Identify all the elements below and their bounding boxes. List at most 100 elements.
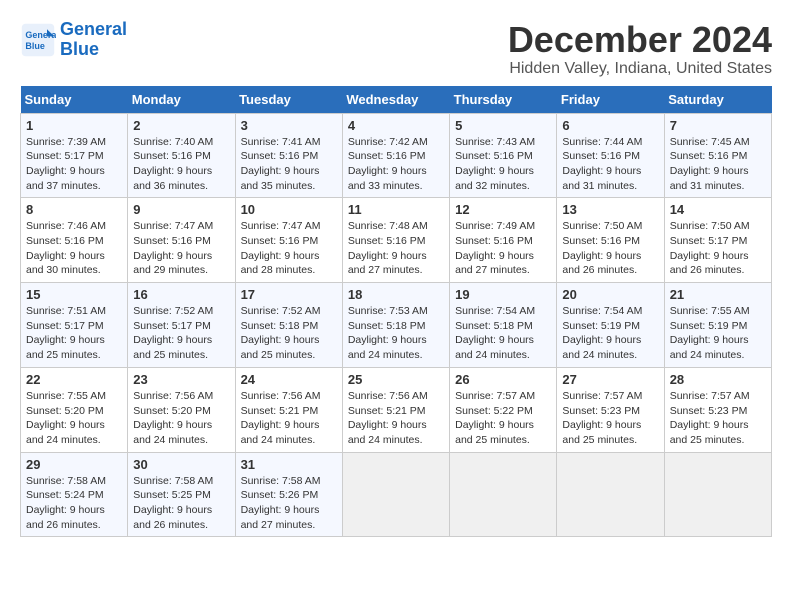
- day-info: Sunrise: 7:44 AMSunset: 5:16 PMDaylight:…: [562, 135, 658, 194]
- header-row: SundayMondayTuesdayWednesdayThursdayFrid…: [21, 86, 772, 114]
- day-info: Sunrise: 7:50 AMSunset: 5:17 PMDaylight:…: [670, 219, 766, 278]
- day-number: 11: [348, 202, 444, 217]
- header-wednesday: Wednesday: [342, 86, 449, 114]
- day-info: Sunrise: 7:58 AMSunset: 5:24 PMDaylight:…: [26, 474, 122, 533]
- day-number: 4: [348, 118, 444, 133]
- day-number: 21: [670, 287, 766, 302]
- header-tuesday: Tuesday: [235, 86, 342, 114]
- calendar-cell: [342, 452, 449, 537]
- day-number: 29: [26, 457, 122, 472]
- calendar-cell: 7 Sunrise: 7:45 AMSunset: 5:16 PMDaylight…: [664, 113, 771, 198]
- day-info: Sunrise: 7:41 AMSunset: 5:16 PMDaylight:…: [241, 135, 337, 194]
- calendar-cell: 11 Sunrise: 7:48 AMSunset: 5:16 PMDayligh…: [342, 198, 449, 283]
- calendar-cell: 3 Sunrise: 7:41 AMSunset: 5:16 PMDaylight…: [235, 113, 342, 198]
- calendar-cell: [450, 452, 557, 537]
- day-number: 22: [26, 372, 122, 387]
- calendar-cell: 28Sunrise: 7:57 AMSunset: 5:23 PMDayligh…: [664, 367, 771, 452]
- day-number: 1: [26, 118, 122, 133]
- day-number: 26: [455, 372, 551, 387]
- calendar-cell: 19 Sunrise: 7:54 AMSunset: 5:18 PMDayligh…: [450, 283, 557, 368]
- calendar-cell: 25Sunrise: 7:56 AMSunset: 5:21 PMDayligh…: [342, 367, 449, 452]
- day-number: 14: [670, 202, 766, 217]
- day-info: Sunrise: 7:57 AMSunset: 5:22 PMDaylight:…: [455, 389, 551, 448]
- week-row-5: 29 Sunrise: 7:58 AMSunset: 5:24 PMDayligh…: [21, 452, 772, 537]
- calendar-cell: 6Sunrise: 7:44 AMSunset: 5:16 PMDaylight…: [557, 113, 664, 198]
- day-number: 28: [670, 372, 766, 387]
- day-info: Sunrise: 7:50 AMSunset: 5:16 PMDaylight:…: [562, 219, 658, 278]
- day-info: Sunrise: 7:43 AMSunset: 5:16 PMDaylight:…: [455, 135, 551, 194]
- day-info: Sunrise: 7:49 AMSunset: 5:16 PMDaylight:…: [455, 219, 551, 278]
- day-info: Sunrise: 7:53 AMSunset: 5:18 PMDaylight:…: [348, 304, 444, 363]
- calendar-cell: 1 Sunrise: 7:39 AMSunset: 5:17 PMDaylight…: [21, 113, 128, 198]
- subtitle: Hidden Valley, Indiana, United States: [508, 60, 772, 78]
- day-number: 30: [133, 457, 229, 472]
- day-info: Sunrise: 7:47 AMSunset: 5:16 PMDaylight:…: [133, 219, 229, 278]
- calendar-cell: 23 Sunrise: 7:56 AMSunset: 5:20 PMDayligh…: [128, 367, 235, 452]
- calendar-header: SundayMondayTuesdayWednesdayThursdayFrid…: [21, 86, 772, 114]
- day-number: 5: [455, 118, 551, 133]
- calendar-cell: 9 Sunrise: 7:47 AMSunset: 5:16 PMDaylight…: [128, 198, 235, 283]
- header-thursday: Thursday: [450, 86, 557, 114]
- day-number: 13: [562, 202, 658, 217]
- day-number: 9: [133, 202, 229, 217]
- day-info: Sunrise: 7:56 AMSunset: 5:20 PMDaylight:…: [133, 389, 229, 448]
- calendar-cell: 14 Sunrise: 7:50 AMSunset: 5:17 PMDayligh…: [664, 198, 771, 283]
- day-number: 18: [348, 287, 444, 302]
- calendar-body: 1 Sunrise: 7:39 AMSunset: 5:17 PMDaylight…: [21, 113, 772, 537]
- day-info: Sunrise: 7:46 AMSunset: 5:16 PMDaylight:…: [26, 219, 122, 278]
- calendar-cell: 13 Sunrise: 7:50 AMSunset: 5:16 PMDayligh…: [557, 198, 664, 283]
- day-number: 15: [26, 287, 122, 302]
- calendar-cell: 30 Sunrise: 7:58 AMSunset: 5:25 PMDayligh…: [128, 452, 235, 537]
- day-number: 23: [133, 372, 229, 387]
- day-info: Sunrise: 7:57 AMSunset: 5:23 PMDaylight:…: [562, 389, 658, 448]
- day-number: 16: [133, 287, 229, 302]
- logo-text: General Blue: [60, 20, 127, 60]
- calendar-cell: 4 Sunrise: 7:42 AMSunset: 5:16 PMDaylight…: [342, 113, 449, 198]
- calendar-cell: 26 Sunrise: 7:57 AMSunset: 5:22 PMDayligh…: [450, 367, 557, 452]
- header-sunday: Sunday: [21, 86, 128, 114]
- day-info: Sunrise: 7:58 AMSunset: 5:25 PMDaylight:…: [133, 474, 229, 533]
- day-info: Sunrise: 7:58 AMSunset: 5:26 PMDaylight:…: [241, 474, 337, 533]
- day-info: Sunrise: 7:45 AMSunset: 5:16 PMDaylight:…: [670, 135, 766, 194]
- day-info: Sunrise: 7:55 AMSunset: 5:20 PMDaylight:…: [26, 389, 122, 448]
- day-number: 8: [26, 202, 122, 217]
- day-info: Sunrise: 7:39 AMSunset: 5:17 PMDaylight:…: [26, 135, 122, 194]
- calendar-cell: 15 Sunrise: 7:51 AMSunset: 5:17 PMDayligh…: [21, 283, 128, 368]
- logo-icon: General Blue: [20, 22, 56, 58]
- day-number: 7: [670, 118, 766, 133]
- day-info: Sunrise: 7:47 AMSunset: 5:16 PMDaylight:…: [241, 219, 337, 278]
- day-number: 10: [241, 202, 337, 217]
- day-info: Sunrise: 7:40 AMSunset: 5:16 PMDaylight:…: [133, 135, 229, 194]
- calendar-cell: 2 Sunrise: 7:40 AMSunset: 5:16 PMDaylight…: [128, 113, 235, 198]
- calendar-cell: 27 Sunrise: 7:57 AMSunset: 5:23 PMDayligh…: [557, 367, 664, 452]
- calendar-cell: [557, 452, 664, 537]
- day-number: 20: [562, 287, 658, 302]
- day-number: 2: [133, 118, 229, 133]
- title-area: December 2024 Hidden Valley, Indiana, Un…: [508, 20, 772, 78]
- day-info: Sunrise: 7:54 AMSunset: 5:18 PMDaylight:…: [455, 304, 551, 363]
- calendar-cell: 18 Sunrise: 7:53 AMSunset: 5:18 PMDayligh…: [342, 283, 449, 368]
- day-number: 19: [455, 287, 551, 302]
- calendar-cell: 21 Sunrise: 7:55 AMSunset: 5:19 PMDayligh…: [664, 283, 771, 368]
- calendar-cell: 5 Sunrise: 7:43 AMSunset: 5:16 PMDaylight…: [450, 113, 557, 198]
- calendar-table: SundayMondayTuesdayWednesdayThursdayFrid…: [20, 86, 772, 538]
- week-row-1: 1 Sunrise: 7:39 AMSunset: 5:17 PMDaylight…: [21, 113, 772, 198]
- calendar-cell: 31Sunrise: 7:58 AMSunset: 5:26 PMDayligh…: [235, 452, 342, 537]
- logo: General Blue General Blue: [20, 20, 127, 60]
- day-info: Sunrise: 7:48 AMSunset: 5:16 PMDaylight:…: [348, 219, 444, 278]
- svg-text:Blue: Blue: [25, 41, 45, 51]
- day-number: 24: [241, 372, 337, 387]
- day-info: Sunrise: 7:56 AMSunset: 5:21 PMDaylight:…: [348, 389, 444, 448]
- calendar-cell: 17Sunrise: 7:52 AMSunset: 5:18 PMDayligh…: [235, 283, 342, 368]
- week-row-4: 22 Sunrise: 7:55 AMSunset: 5:20 PMDayligh…: [21, 367, 772, 452]
- week-row-2: 8 Sunrise: 7:46 AMSunset: 5:16 PMDaylight…: [21, 198, 772, 283]
- day-number: 17: [241, 287, 337, 302]
- day-info: Sunrise: 7:42 AMSunset: 5:16 PMDaylight:…: [348, 135, 444, 194]
- day-info: Sunrise: 7:51 AMSunset: 5:17 PMDaylight:…: [26, 304, 122, 363]
- day-number: 12: [455, 202, 551, 217]
- day-number: 3: [241, 118, 337, 133]
- day-info: Sunrise: 7:52 AMSunset: 5:17 PMDaylight:…: [133, 304, 229, 363]
- calendar-cell: 10 Sunrise: 7:47 AMSunset: 5:16 PMDayligh…: [235, 198, 342, 283]
- day-info: Sunrise: 7:55 AMSunset: 5:19 PMDaylight:…: [670, 304, 766, 363]
- day-number: 27: [562, 372, 658, 387]
